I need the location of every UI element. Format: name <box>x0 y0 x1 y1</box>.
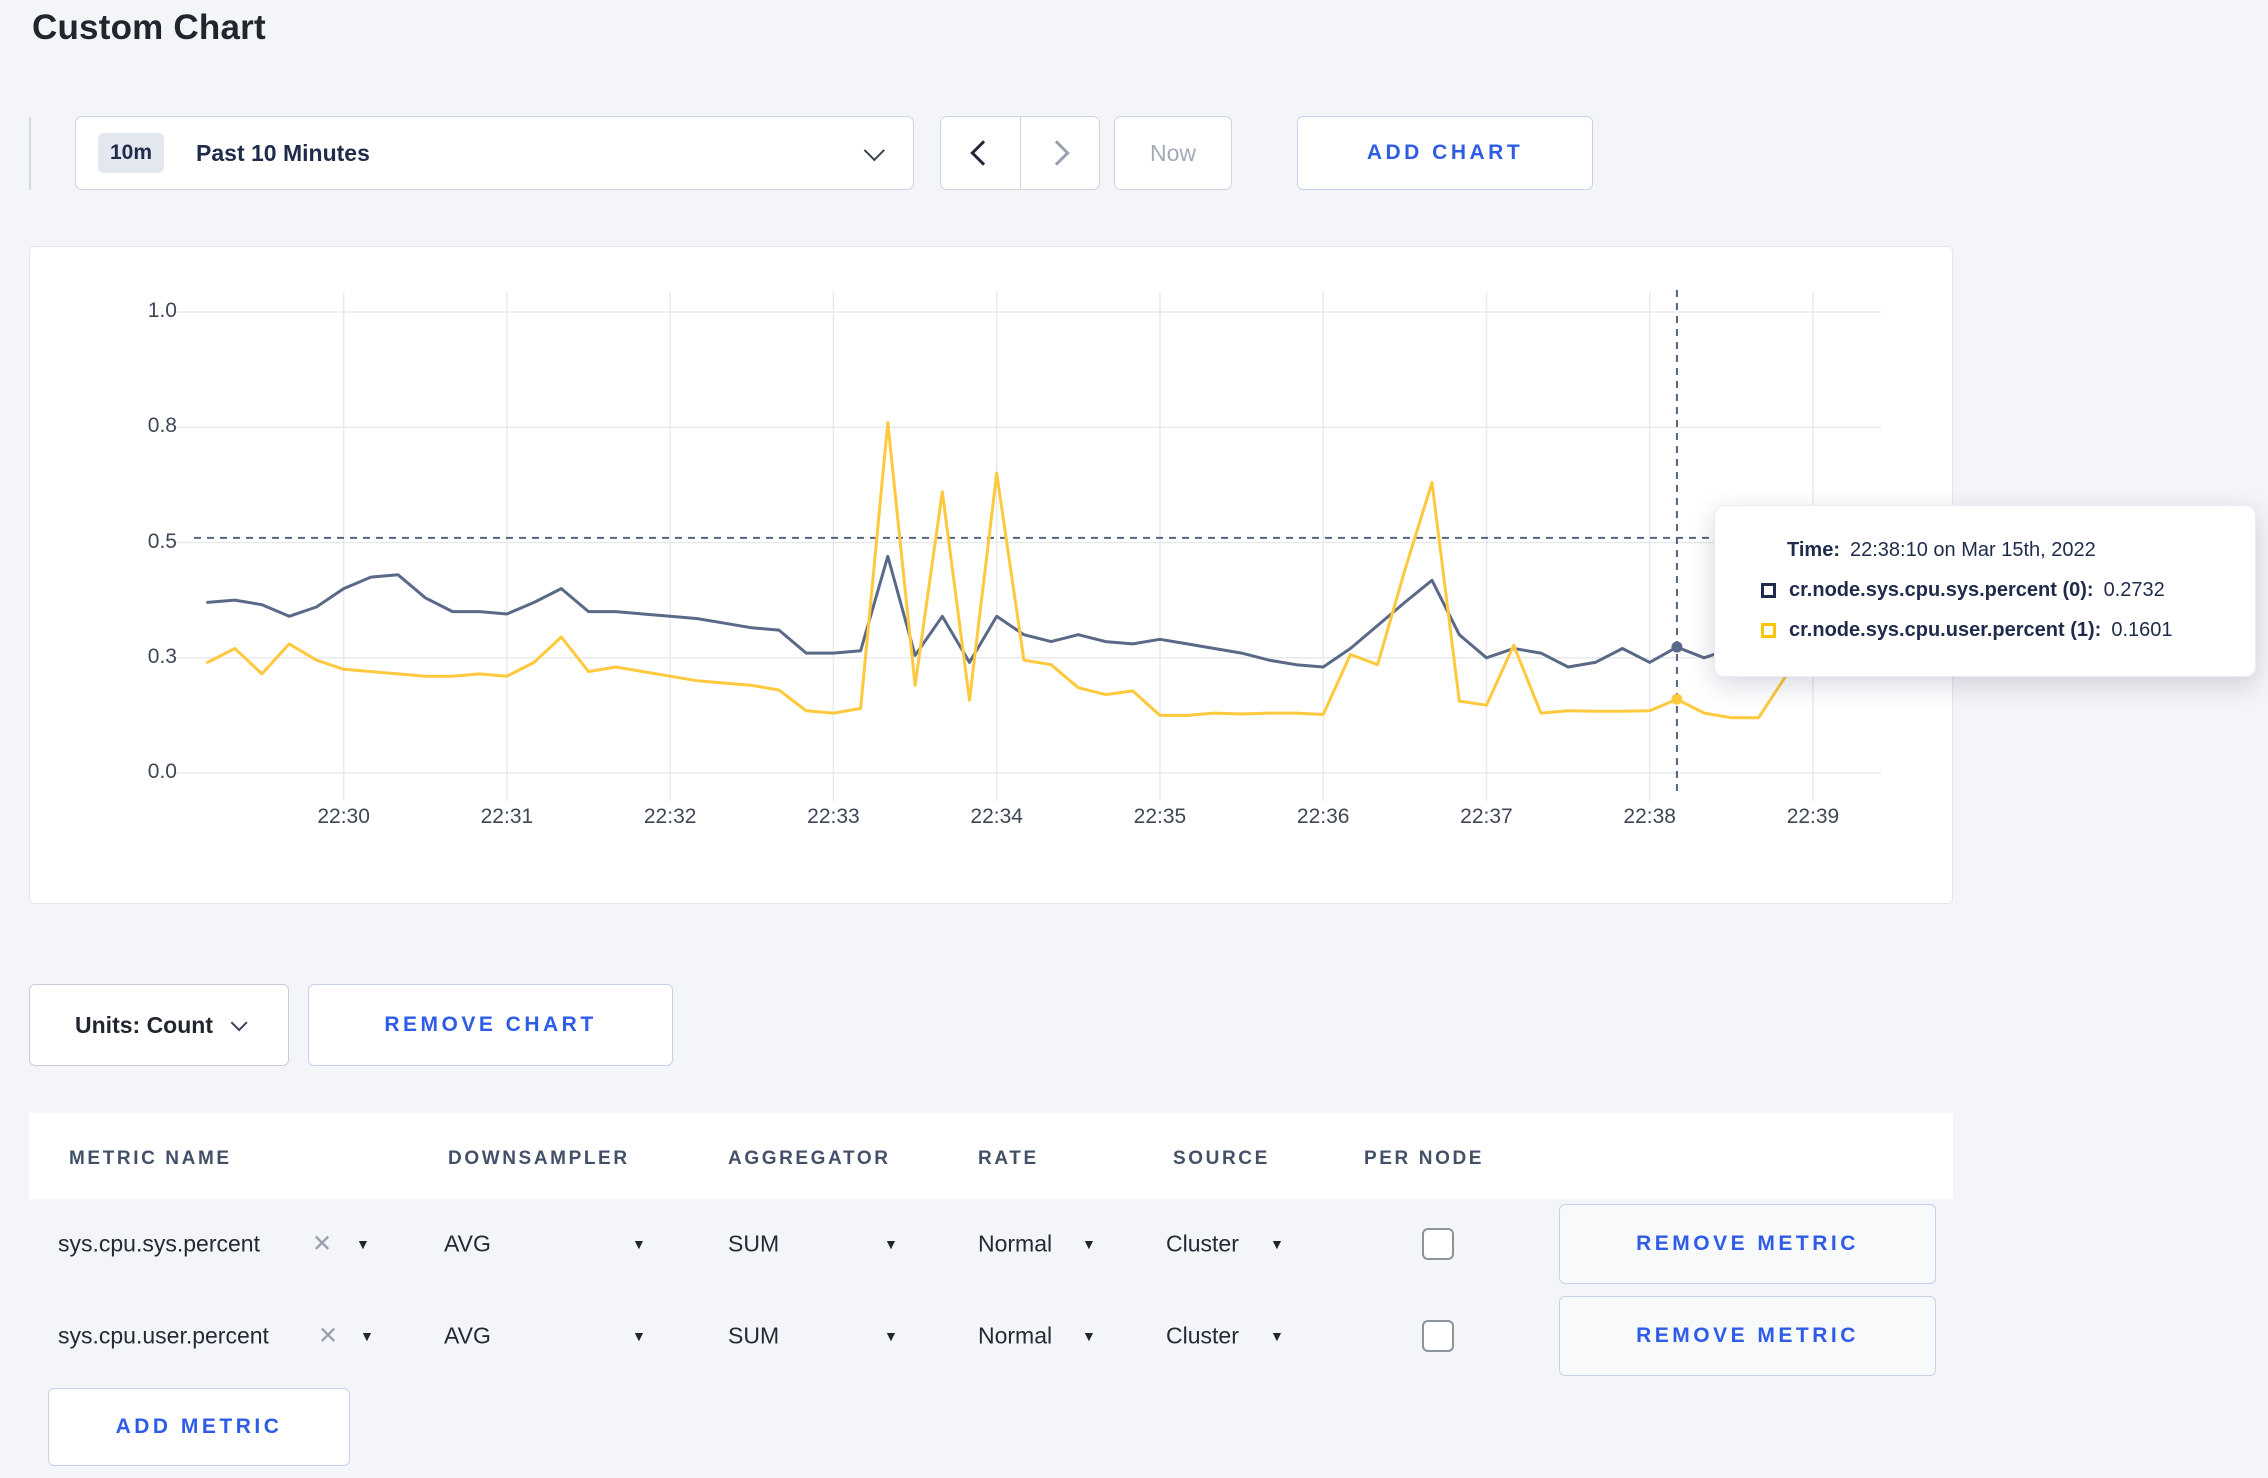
add-metric-button[interactable]: ADD METRIC <box>48 1388 350 1466</box>
x-axis-tick: 22:38 <box>1623 805 1676 828</box>
y-axis-tick: 0.8 <box>147 414 177 438</box>
downsampler-select[interactable]: AVG <box>444 1231 491 1258</box>
source-caret-icon[interactable]: ▼ <box>1270 1328 1284 1344</box>
x-axis-tick: 22:33 <box>807 805 860 828</box>
aggregator-select[interactable]: SUM <box>728 1323 779 1350</box>
per-node-checkbox[interactable] <box>1422 1228 1454 1260</box>
clear-metric-icon[interactable]: ✕ <box>312 1230 332 1259</box>
units-label: Units: Count <box>75 1011 213 1038</box>
tooltip-series-name: cr.node.sys.cpu.user.percent (1): <box>1789 618 2102 641</box>
source-caret-icon[interactable]: ▼ <box>1270 1236 1284 1252</box>
now-button[interactable]: Now <box>1114 116 1232 190</box>
rate-caret-icon[interactable]: ▼ <box>1082 1328 1096 1344</box>
units-select[interactable]: Units: Count <box>29 984 289 1066</box>
time-range-label: Past 10 Minutes <box>196 139 370 166</box>
next-range-button[interactable] <box>1019 117 1100 189</box>
remove-chart-button[interactable]: REMOVE CHART <box>308 984 673 1066</box>
tooltip-series-value: 0.1601 <box>2111 618 2173 641</box>
chevron-down-icon <box>230 1014 248 1032</box>
col-header-rate: RATE <box>978 1148 1039 1169</box>
metric-name-select[interactable]: sys.cpu.user.percent <box>58 1323 269 1350</box>
tooltip-time-label: Time: <box>1787 538 1840 561</box>
source-select[interactable]: Cluster <box>1166 1323 1239 1350</box>
remove-metric-button[interactable]: REMOVE METRIC <box>1559 1296 1936 1376</box>
x-axis-tick: 22:37 <box>1460 805 1513 828</box>
x-axis-tick: 22:35 <box>1133 805 1187 828</box>
downsampler-caret-icon[interactable]: ▼ <box>632 1328 646 1344</box>
remove-metric-button[interactable]: REMOVE METRIC <box>1559 1204 1936 1284</box>
x-axis-tick: 22:36 <box>1296 805 1350 828</box>
y-axis-tick: 0.5 <box>147 529 177 553</box>
toolbar-divider <box>29 117 31 190</box>
x-axis-tick: 22:31 <box>480 805 534 828</box>
table-row: sys.cpu.sys.percent ✕ ▼ AVG ▼ SUM ▼ Norm… <box>0 1202 2268 1286</box>
add-chart-button[interactable]: ADD CHART <box>1297 116 1593 190</box>
x-axis-tick: 22:39 <box>1786 805 1840 828</box>
downsampler-caret-icon[interactable]: ▼ <box>632 1236 646 1252</box>
rate-select[interactable]: Normal <box>978 1231 1052 1258</box>
metric-caret-icon[interactable]: ▼ <box>360 1328 374 1344</box>
prev-range-button[interactable] <box>941 117 1020 189</box>
x-axis-tick: 22:34 <box>970 805 1023 828</box>
series-user-swatch-icon <box>1761 622 1776 638</box>
table-row: sys.cpu.user.percent ✕ ▼ AVG ▼ SUM ▼ Nor… <box>0 1294 2268 1378</box>
y-axis-tick: 0.3 <box>147 644 177 668</box>
chevron-down-icon <box>863 139 885 161</box>
series-sys-swatch-icon <box>1761 582 1776 598</box>
chart-card: 0.0 0.3 0.5 0.8 1.0 22:30 22:31 22:32 22:33 22:34… <box>29 246 1953 904</box>
aggregator-select[interactable]: SUM <box>728 1231 779 1258</box>
tooltip-series-name: cr.node.sys.cpu.sys.percent (0): <box>1789 578 2094 601</box>
time-pager <box>940 116 1100 190</box>
tooltip-series-value: 0.2732 <box>2103 578 2165 601</box>
col-header-aggregator: AGGREGATOR <box>728 1148 891 1169</box>
x-axis-tick: 22:30 <box>317 805 370 828</box>
chevron-left-icon <box>970 140 996 166</box>
time-range-select[interactable]: 10m Past 10 Minutes <box>75 116 914 190</box>
col-header-per-node: PER NODE <box>1364 1148 1485 1169</box>
metric-name-select[interactable]: sys.cpu.sys.percent <box>58 1231 260 1258</box>
metric-caret-icon[interactable]: ▼ <box>356 1236 370 1252</box>
source-select[interactable]: Cluster <box>1166 1231 1239 1258</box>
y-axis-tick: 0.0 <box>147 760 177 783</box>
col-header-metric-name: METRIC NAME <box>69 1148 232 1169</box>
clear-metric-icon[interactable]: ✕ <box>318 1322 338 1351</box>
chevron-right-icon <box>1044 140 1070 166</box>
col-header-source: SOURCE <box>1173 1148 1270 1169</box>
chart-tooltip: Time: 22:38:10 on Mar 15th, 2022 cr.node… <box>1714 505 2256 677</box>
aggregator-caret-icon[interactable]: ▼ <box>884 1328 898 1344</box>
aggregator-caret-icon[interactable]: ▼ <box>884 1236 898 1252</box>
tooltip-time-value: 22:38:10 on Mar 15th, 2022 <box>1849 538 2096 561</box>
downsampler-select[interactable]: AVG <box>444 1323 491 1350</box>
col-header-downsampler: DOWNSAMPLER <box>448 1148 630 1169</box>
page-title: Custom Chart <box>32 8 266 47</box>
time-range-badge: 10m <box>98 133 165 173</box>
x-axis-tick: 22:32 <box>643 805 697 828</box>
rate-select[interactable]: Normal <box>978 1323 1052 1350</box>
y-axis-tick: 1.0 <box>147 299 177 322</box>
per-node-checkbox[interactable] <box>1422 1320 1454 1352</box>
rate-caret-icon[interactable]: ▼ <box>1082 1236 1096 1252</box>
